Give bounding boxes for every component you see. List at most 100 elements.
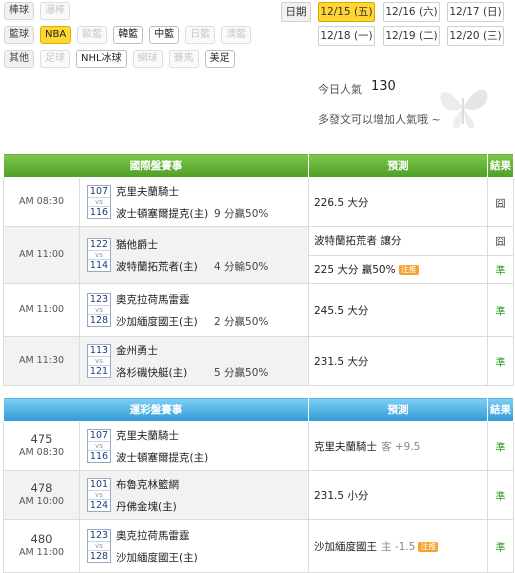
prediction-text: 克里夫蘭騎士: [314, 440, 377, 453]
team-away[interactable]: 奧克拉荷馬雷霆: [116, 528, 190, 543]
team-away[interactable]: 布魯克林籃網: [116, 477, 179, 492]
team-away[interactable]: 猶他爵士: [116, 237, 158, 252]
prediction-text: 波特蘭拓荒者 讓分: [314, 235, 402, 248]
score-home: 124: [89, 499, 109, 511]
game-time: AM 11:00: [3, 226, 80, 284]
lottery-table-header: 運彩盤賽事 預測 結果: [3, 397, 514, 422]
team-home[interactable]: 洛杉磯快艇(主): [116, 365, 187, 380]
score-home: 128: [89, 550, 109, 562]
lottery-header-event: 運彩盤賽事: [3, 397, 309, 422]
match-inner: 107 vs 116 克里夫蘭騎士波士頓塞爾提克(主) 9 分贏50%: [80, 178, 308, 226]
team-home[interactable]: 波士頓塞爾提克(主): [116, 206, 208, 221]
game-time-cell: 478 AM 10:00: [3, 470, 80, 520]
hint-badge: 注推: [398, 264, 419, 275]
filter-chip[interactable]: 美足: [204, 50, 235, 68]
score-box: 113 vs 121: [87, 343, 111, 378]
prediction-text: 245.5 大分: [314, 304, 369, 317]
prediction-cell: 231.5 小分: [308, 470, 488, 520]
prediction-cell: 225 大分 贏50% 注推: [308, 254, 488, 284]
prediction-text: 225 大分 贏50%: [314, 263, 396, 276]
score-box: 101 vs 124: [87, 477, 111, 512]
lottery-header-result: 結果: [487, 397, 514, 422]
intl-header-event: 國際盤賽事: [3, 153, 309, 178]
game-time: AM 08:30: [18, 447, 65, 458]
game-number: 478: [30, 481, 53, 495]
filter-row: 棒球 瀑棒: [4, 2, 70, 20]
match-inner: 123 vs 128 奧克拉荷馬雷霆 沙加緬度國王(主) 2 分贏50%: [80, 284, 308, 336]
game-time: AM 11:00: [18, 547, 65, 558]
result-cell: 準: [487, 283, 514, 337]
filter-row: 其他 足球 NHL冰球 網球 賽馬 美足: [4, 50, 235, 68]
intl-header-prediction: 預測: [308, 153, 488, 178]
team-home[interactable]: 沙加緬度國王(主): [116, 314, 198, 329]
filter-chip[interactable]: 瀑棒: [40, 2, 70, 20]
vs-label: vs: [88, 249, 110, 260]
butterfly-watermark-icon: [440, 89, 488, 129]
filter-chip[interactable]: 韓籃: [113, 26, 144, 44]
score-box: 123 vs 128: [87, 292, 111, 327]
date-option[interactable]: 12/20 (三): [447, 26, 504, 46]
table-row: AM 11:00 123 vs 128 奧克拉荷馬雷霆 沙加緬度國王(主) 2 分贏50% 2…: [3, 283, 514, 337]
team-home[interactable]: 波士頓塞爾提克(主): [116, 450, 208, 465]
filter-category-label: 棒球: [4, 2, 34, 20]
filter-chip[interactable]: 澳籃: [221, 26, 252, 44]
score-home: 114: [89, 259, 109, 271]
team-home[interactable]: 波特蘭拓荒者(主): [116, 259, 198, 274]
filter-chip[interactable]: 日籃: [185, 26, 216, 44]
team-away[interactable]: 克里夫蘭騎士: [116, 428, 179, 443]
date-option[interactable]: 12/18 (一): [318, 26, 375, 46]
score-away: 107: [89, 185, 109, 197]
filter-chip[interactable]: 賽馬: [168, 50, 199, 68]
lottery-games-table: 運彩盤賽事 預測 結果 475 AM 08:30 107 vs 116 克里夫蘭騎士 波士頓…: [3, 397, 514, 573]
match-inner: 123 vs 128 奧克拉荷馬雷霆 沙加緬度國王(主): [80, 520, 308, 572]
game-number: 475: [30, 432, 53, 446]
handicap-note: 2 分贏50%: [214, 316, 269, 328]
date-option[interactable]: 12/15 (五): [318, 2, 375, 22]
match-cell: 122 vs 114 猶他爵士 波特蘭拓荒者(主) 4 分輸50%: [79, 226, 309, 284]
filter-chip[interactable]: 中籃: [149, 26, 180, 44]
filter-chip[interactable]: NBA: [40, 26, 72, 44]
score-away: 107: [89, 429, 109, 441]
lottery-header-prediction: 預測: [308, 397, 488, 422]
handicap-note: 9 分贏50%: [214, 208, 269, 220]
vs-label: vs: [88, 196, 110, 207]
date-option[interactable]: 12/19 (二): [383, 26, 440, 46]
prediction-text: 231.5 小分: [314, 489, 369, 502]
date-option[interactable]: 12/17 (日): [447, 2, 504, 22]
prediction-cell: 245.5 大分: [308, 283, 488, 337]
prediction-cell: 226.5 大分: [308, 177, 488, 227]
team-away[interactable]: 奧克拉荷馬雷霆: [116, 292, 190, 307]
game-time: AM 11:00: [3, 283, 80, 337]
match-inner: 122 vs 114 猶他爵士 波特蘭拓荒者(主) 4 分輸50%: [80, 227, 308, 283]
team-home[interactable]: 丹佛金塊(主): [116, 499, 177, 514]
team-away[interactable]: 克里夫蘭騎士: [116, 184, 179, 199]
intl-table-header: 國際盤賽事 預測 結果: [3, 153, 514, 178]
result-cell: 準: [487, 336, 514, 386]
match-cell: 107 vs 116 克里夫蘭騎士波士頓塞爾提克(主) 9 分贏50%: [79, 177, 309, 227]
game-time-cell: 475 AM 08:30: [3, 421, 80, 471]
match-cell: 107 vs 116 克里夫蘭騎士 波士頓塞爾提克(主): [79, 421, 309, 471]
table-row: 480 AM 11:00 123 vs 128 奧克拉荷馬雷霆 沙加緬度國王(主) 沙加緬度國…: [3, 519, 514, 573]
filter-chip[interactable]: 歐籃: [77, 26, 108, 44]
vs-label: vs: [88, 355, 110, 366]
popularity-label: 今日人氣: [318, 83, 362, 96]
score-away: 101: [89, 478, 109, 490]
date-option[interactable]: 12/16 (六): [383, 2, 440, 22]
filter-row: 籃球 NBA 歐籃 韓籃 中籃 日籃 澳籃: [4, 26, 252, 44]
popularity-tip: 多發文可以增加人氣哦 ~: [318, 113, 441, 126]
handicap-note: 5 分贏50%: [214, 367, 269, 379]
vs-label: vs: [88, 304, 110, 315]
score-home: 121: [89, 365, 109, 377]
score-away: 122: [89, 238, 109, 250]
filter-chip[interactable]: 網球: [132, 50, 163, 68]
match-inner: 113 vs 121 金州勇士洛杉磯快艇(主) 5 分贏50%: [80, 337, 308, 385]
filter-chip[interactable]: NHL冰球: [76, 50, 127, 68]
score-home: 116: [89, 206, 109, 218]
team-away[interactable]: 金州勇士: [116, 343, 158, 358]
table-row: AM 11:00 122 vs 114 猶他爵士 波特蘭拓荒者(主) 4 分輸50% 波特蘭拓…: [3, 226, 514, 284]
game-time: AM 10:00: [18, 496, 65, 507]
team-home[interactable]: 沙加緬度國王(主): [116, 550, 198, 565]
prediction-cell: 波特蘭拓荒者 讓分: [308, 226, 488, 256]
filter-chip[interactable]: 足球: [40, 50, 70, 68]
prediction-cell: 231.5 大分: [308, 336, 488, 386]
